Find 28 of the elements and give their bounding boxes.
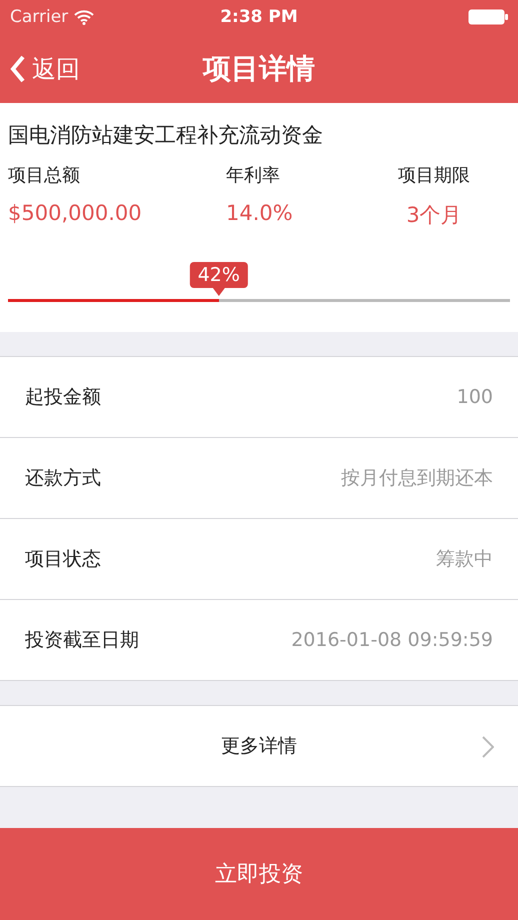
detail-value: 筹款中 [436,547,493,572]
detail-value: 100 [456,386,493,408]
status-time: 2:38 PM [220,7,298,27]
detail-label: 项目状态 [25,547,101,572]
carrier-label: Carrier [10,7,68,27]
stat-label: 项目期限 [398,164,470,187]
detail-value: 按月付息到期还本 [341,466,493,491]
page-title: 项目详情 [203,50,315,86]
stat-label: 项目总额 [8,164,81,187]
battery-icon [468,9,508,25]
more-details-button[interactable]: 更多详情 [0,705,518,787]
back-button[interactable]: 返回 [10,52,80,84]
back-chevron-icon [10,54,26,82]
detail-value: 2016-01-08 09:59:59 [291,629,493,651]
stat-value: $500,000.00 [8,201,143,225]
back-label[interactable]: 返回 [32,52,80,84]
chevron-right-icon [482,736,494,758]
invest-button[interactable]: 立即投资 [0,828,518,920]
project-name: 国电消防站建安工程补充流动资金 [8,122,324,149]
detail-label: 还款方式 [25,466,101,491]
detail-label: 投资截至日期 [25,628,139,653]
progress-badge: 42% [190,262,248,288]
stat-label: 年利率 [226,164,281,187]
stat-value: 3个月 [406,202,462,229]
detail-label: 起投金额 [25,385,101,410]
stat-value: 14.0% [226,201,294,225]
badge-pointer-icon [212,288,225,296]
wifi-icon [74,10,94,24]
